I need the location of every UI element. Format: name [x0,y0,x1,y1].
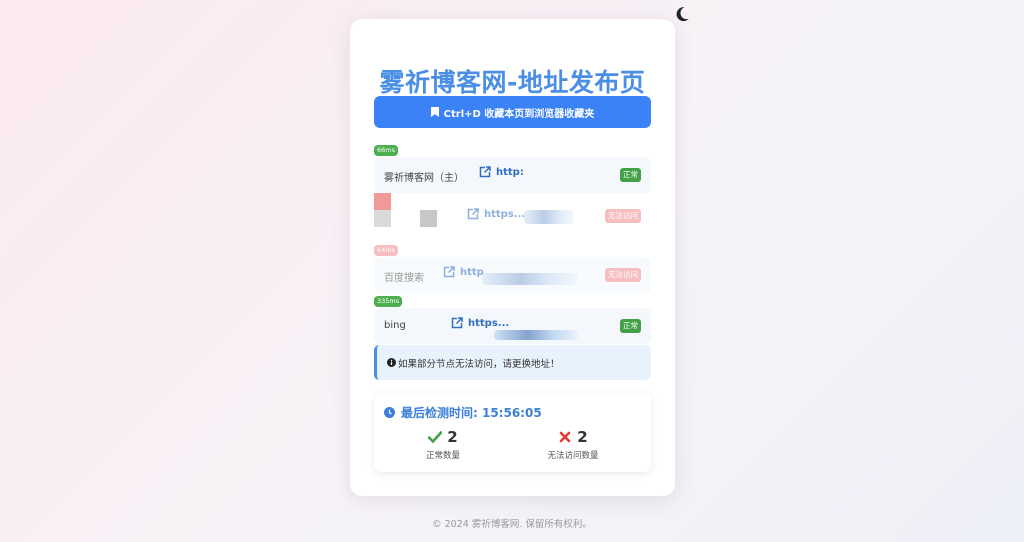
notice-text: 如果部分节点无法访问，请更换地址！ [398,358,560,370]
cross-icon [559,431,571,443]
node-name: 雾祈博客网（主） [384,173,464,184]
page-title: 雾祈博客网-地址发布页 [379,68,646,97]
node-link-text: http: [496,166,524,178]
last-check-label: 最后检测时间: 15:56:05 [401,406,542,420]
clock-icon [384,407,395,418]
bookmark-icon [430,107,439,117]
status-badge: 无法访问 [605,209,641,223]
node-link-text: http [460,266,484,278]
node-link[interactable]: https... [467,208,525,220]
main-card: 雾祈博客网-地址发布页 Ctrl+D 收藏本页到浏览器收藏夹 66ms 雾祈博客… [350,19,675,496]
node-name: 百度搜索 [384,273,424,284]
ok-label: 正常数量 [425,451,460,461]
ok-count: 2 [447,428,458,446]
node-link[interactable]: http [443,266,484,278]
external-link-icon [443,266,455,278]
node-link-text: https... [468,317,510,329]
check-summary: 最后检测时间: 15:56:05 2 正常数量 2 无法访问数量 [374,393,651,472]
footer-copyright: © 2024 雾祈博客网. 保留所有权利。 [432,519,592,530]
status-badge: 正常 [620,319,641,333]
notice-box: 如果部分节点无法访问，请更换地址！ [374,345,651,380]
latency-badge: 66ms [374,145,398,156]
external-link-icon [467,208,479,220]
node-link-text: https... [484,208,526,220]
obscured-url [524,210,574,224]
ok-stat: 2 正常数量 [388,428,498,461]
obscured-block [420,210,437,227]
theme-toggle-button[interactable] [672,4,692,24]
external-link-icon [451,317,463,329]
external-link-icon [479,166,491,178]
node-item-bing[interactable]: 335ms bing https... 正常 [374,296,651,344]
node-item-main[interactable]: 66ms 雾祈博客网（主） http: 正常 [374,145,651,193]
obscured-url [494,330,578,340]
node-item-2[interactable]: https... 无法访问 [374,193,651,231]
check-icon [428,431,443,443]
latency-badge: 64ms [374,245,398,256]
obscured-url [482,273,578,285]
node-name: bing [384,320,406,331]
status-badge: 正常 [620,168,641,182]
last-check-time: 最后检测时间: 15:56:05 [384,404,542,421]
info-icon [387,358,396,367]
node-item-baidu[interactable]: 64ms 百度搜索 http 无法访问 [374,245,651,293]
obscured-block [374,193,391,210]
status-badge: 无法访问 [605,268,641,282]
latency-badge: 335ms [374,296,403,307]
moon-icon [676,7,689,22]
node-link[interactable]: http: [479,166,524,178]
bookmark-button-label: Ctrl+D 收藏本页到浏览器收藏夹 [443,108,595,120]
fail-label: 无法访问数量 [547,451,599,461]
obscured-block [374,210,391,227]
fail-count: 2 [577,428,588,446]
node-link[interactable]: https... [451,317,509,329]
bookmark-button[interactable]: Ctrl+D 收藏本页到浏览器收藏夹 [374,96,651,128]
fail-stat: 2 无法访问数量 [518,428,628,461]
